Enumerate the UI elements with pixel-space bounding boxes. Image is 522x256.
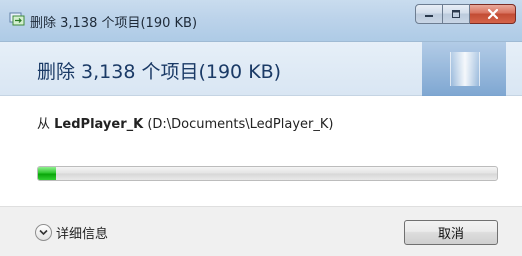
chevron-down-icon bbox=[35, 224, 52, 241]
file-operation-icon bbox=[9, 12, 25, 26]
more-details-label: 详细信息 bbox=[56, 227, 109, 242]
close-button[interactable] bbox=[470, 4, 516, 24]
window-title: 删除 3,138 个项目(190 KB) bbox=[30, 16, 198, 31]
dialog-heading: 删除 3,138 个项目(190 KB) bbox=[37, 61, 282, 83]
caption-buttons bbox=[415, 4, 516, 24]
chevron-glyph bbox=[39, 229, 48, 236]
close-icon bbox=[487, 8, 498, 20]
more-details-toggle[interactable]: 详细信息 bbox=[35, 223, 108, 242]
dialog-footer: 详细信息 取消 bbox=[0, 206, 522, 256]
source-name: LedPlayer_K bbox=[54, 117, 144, 132]
title-bar[interactable]: 删除 3,138 个项目(190 KB) bbox=[0, 0, 522, 42]
maximize-icon bbox=[452, 10, 460, 18]
progress-fill bbox=[38, 167, 57, 180]
minimize-icon bbox=[425, 15, 433, 17]
from-prefix: 从 bbox=[37, 117, 55, 132]
source-path: (D:\Documents\LedPlayer_K) bbox=[143, 117, 334, 132]
header-decoration bbox=[422, 42, 506, 96]
cancel-button[interactable]: 取消 bbox=[404, 220, 498, 245]
minimize-button[interactable] bbox=[415, 4, 443, 24]
source-description: 从 LedPlayer_K (D:\Documents\LedPlayer_K) bbox=[37, 113, 333, 132]
delete-progress-dialog: 删除 3,138 个项目(190 KB) 删除 3,138 个项目(190 KB… bbox=[0, 0, 522, 256]
maximize-button[interactable] bbox=[443, 4, 470, 24]
dialog-header: 删除 3,138 个项目(190 KB) bbox=[0, 42, 522, 96]
progress-bar bbox=[37, 166, 498, 181]
